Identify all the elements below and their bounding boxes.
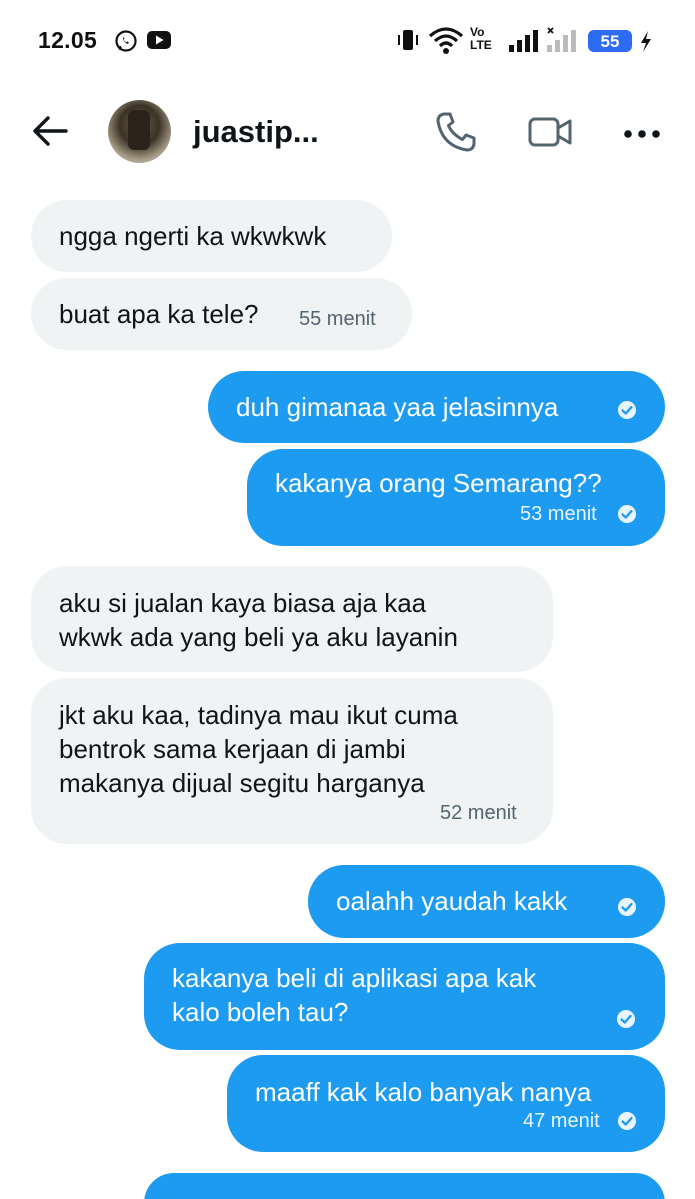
battery-indicator: 55 — [588, 30, 632, 52]
youtube-icon — [146, 29, 172, 56]
message-text: duh gimanaa yaa jelasinnya — [236, 392, 559, 422]
message-bubble[interactable]: oalahh yaudah kakk — [308, 865, 665, 938]
video-icon[interactable] — [526, 108, 574, 156]
message-text: kakanya beli di aplikasi apa kak kalo bo… — [172, 963, 537, 1027]
sent-check-icon — [618, 898, 636, 916]
message-text: ngga ngerti ka wkwkwk — [59, 221, 327, 251]
message-bubble[interactable]: jkt aku kaa, tadinya mau ikut cuma bentr… — [31, 678, 553, 844]
message-text: aku si jualan kaya biasa aja kaa wkwk ad… — [59, 588, 458, 652]
avatar-figure — [128, 110, 150, 150]
message-bubble[interactable]: ngga ngerti ka wkwkwk — [31, 200, 392, 272]
message-bubble[interactable]: duh gimanaa yaa jelasinnya — [208, 371, 665, 443]
back-arrow-icon[interactable] — [30, 111, 80, 153]
message-bubble[interactable] — [144, 1173, 665, 1199]
vibrate-icon — [396, 26, 420, 56]
message-time: 55 menit — [299, 308, 376, 330]
status-bar: 12.05 Vo LTE 55 — [0, 0, 695, 80]
wifi-icon — [428, 26, 464, 56]
message-text: oalahh yaudah kakk — [336, 886, 568, 916]
message-text: buat apa ka tele? — [59, 299, 259, 329]
message-bubble[interactable]: maaff kak kalo banyak nanya 47 menit — [227, 1055, 665, 1152]
avatar[interactable] — [108, 100, 171, 163]
signal-icon — [508, 26, 540, 56]
message-text: kakanya orang Semarang?? — [275, 468, 602, 498]
message-text: jkt aku kaa, tadinya mau ikut cuma bentr… — [59, 700, 458, 798]
message-time: 47 menit — [523, 1110, 600, 1132]
status-time: 12.05 — [38, 27, 98, 53]
charging-icon — [638, 26, 654, 56]
message-bubble[interactable]: kakanya beli di aplikasi apa kak kalo bo… — [144, 943, 665, 1050]
message-bubble[interactable]: kakanya orang Semarang?? 53 menit — [247, 449, 665, 546]
contact-name[interactable]: juastip... — [193, 114, 319, 150]
phone-icon[interactable] — [432, 108, 480, 156]
chat-header: juastip... — [0, 80, 695, 185]
message-bubble[interactable]: buat apa ka tele? 55 menit — [31, 278, 412, 350]
message-bubble[interactable]: aku si jualan kaya biasa aja kaa wkwk ad… — [31, 566, 553, 672]
sent-check-icon — [618, 505, 636, 523]
signal-no-service-icon — [546, 26, 578, 56]
whatsapp-icon — [114, 29, 138, 58]
sent-check-icon — [618, 1112, 636, 1130]
volte-icon: Vo LTE — [470, 26, 492, 56]
volte-label-bottom: LTE — [470, 38, 492, 52]
battery-level: 55 — [600, 32, 620, 51]
sent-check-icon — [618, 401, 636, 419]
sent-check-icon — [617, 1010, 635, 1028]
message-time: 53 menit — [520, 503, 597, 525]
message-text: maaff kak kalo banyak nanya — [255, 1077, 592, 1107]
more-icon[interactable] — [618, 108, 666, 156]
message-time: 52 menit — [440, 802, 517, 824]
